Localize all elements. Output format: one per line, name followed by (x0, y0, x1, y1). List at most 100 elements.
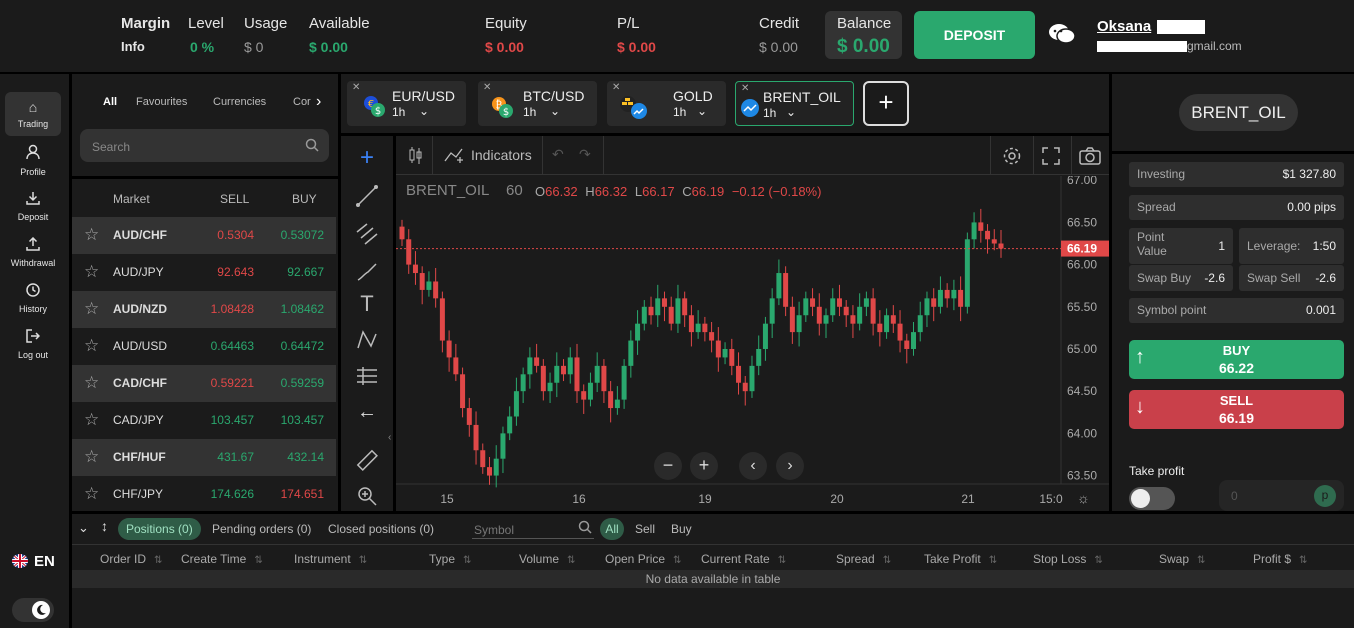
col-stop-loss[interactable]: Stop Loss ⇅ (1033, 552, 1103, 566)
star-icon[interactable]: ☆ (84, 226, 99, 243)
sidebar-item-profile[interactable]: Profile (5, 138, 61, 182)
filter-buy[interactable]: Buy (671, 522, 692, 536)
col-spread[interactable]: Spread ⇅ (836, 552, 891, 566)
col-order-id[interactable]: Order ID ⇅ (100, 552, 162, 566)
col-open-price[interactable]: Open Price ⇅ (605, 552, 681, 566)
col-take-profit[interactable]: Take Profit ⇅ (924, 552, 997, 566)
sell-price[interactable]: 0.5304 (217, 228, 254, 242)
col-current-rate[interactable]: Current Rate ⇅ (701, 552, 786, 566)
deposit-button[interactable]: DEPOSIT (914, 11, 1035, 59)
sidebar-item-history[interactable]: History (5, 276, 61, 320)
chat-icon[interactable] (1048, 22, 1076, 46)
take-profit-input[interactable]: 0 p (1219, 480, 1344, 511)
sidebar-item-deposit[interactable]: Deposit (5, 184, 61, 228)
chevron-right-icon[interactable]: › (316, 93, 321, 111)
filter-sell[interactable]: Sell (635, 522, 655, 536)
star-icon[interactable]: ☆ (84, 300, 99, 317)
col-volume[interactable]: Volume ⇅ (519, 552, 575, 566)
tab-btcusd[interactable]: ✕ ₿ $ BTC/USD 1h ⌄ (478, 81, 597, 126)
star-icon[interactable]: ☆ (84, 448, 99, 465)
buy-price[interactable]: 174.651 (281, 487, 324, 501)
tab-gold[interactable]: ✕ GOLD 1h ⌄ (607, 81, 726, 126)
sidebar-item-withdrawal[interactable]: Withdrawal (5, 230, 61, 274)
zoom-in-icon[interactable] (355, 484, 379, 508)
market-tab-currencies[interactable]: Currencies (213, 96, 266, 108)
star-icon[interactable]: ☆ (84, 263, 99, 280)
market-row[interactable]: ☆ CAD/CHF 0.59221 0.59259 (72, 365, 336, 402)
chevron-down-icon[interactable]: ⌄ (697, 104, 707, 118)
fullscreen-icon[interactable] (1042, 147, 1060, 170)
scroll-right-button[interactable]: › (776, 452, 804, 480)
sell-price[interactable]: 431.67 (217, 450, 254, 464)
sell-price[interactable]: 0.59221 (211, 376, 254, 390)
buy-price[interactable]: 0.53072 (281, 228, 324, 242)
measure-icon[interactable] (355, 448, 379, 472)
col-create-time[interactable]: Create Time ⇅ (181, 552, 263, 566)
sell-button[interactable]: ↓ SELL 66.19 (1129, 390, 1344, 429)
indicators-icon[interactable] (444, 147, 466, 168)
tab-timeframe[interactable]: 1h (392, 105, 405, 119)
zoom-out-button[interactable]: − (654, 452, 682, 480)
buy-price[interactable]: 1.08462 (281, 302, 324, 316)
tab-timeframe[interactable]: 1h (673, 105, 686, 119)
market-row[interactable]: ☆ AUD/JPY 92.643 92.667 (72, 254, 336, 291)
tab-closed-positions[interactable]: Closed positions (0) (328, 522, 434, 536)
zoom-in-button[interactable]: + (690, 452, 718, 480)
sell-price[interactable]: 103.457 (211, 413, 254, 427)
close-icon[interactable]: ✕ (483, 82, 491, 93)
text-icon[interactable]: T (355, 292, 379, 316)
pattern-icon[interactable] (355, 328, 379, 352)
market-tab-commodities[interactable]: Cor (293, 96, 311, 108)
buy-price[interactable]: 0.59259 (281, 376, 324, 390)
star-icon[interactable]: ☆ (84, 411, 99, 428)
symbol-filter-input[interactable]: Symbol (472, 519, 594, 539)
settings-icon[interactable] (1002, 146, 1022, 171)
col-type[interactable]: Type ⇅ (429, 552, 471, 566)
col-profit[interactable]: Profit $ ⇅ (1253, 552, 1307, 566)
collapse-icon[interactable]: ‹ (388, 432, 391, 443)
market-row[interactable]: ☆ CHF/HUF 431.67 432.14 (72, 439, 336, 476)
user-name[interactable]: Oksana (1097, 18, 1151, 35)
sell-price[interactable]: 0.64463 (211, 339, 254, 353)
market-row[interactable]: ☆ CAD/JPY 103.457 103.457 (72, 402, 336, 439)
buy-price[interactable]: 92.667 (287, 265, 324, 279)
chevron-down-icon[interactable]: ⌄ (419, 104, 429, 118)
market-row[interactable]: ☆ AUD/NZD 1.08428 1.08462 (72, 291, 336, 328)
arrow-left-icon[interactable]: ← (355, 400, 379, 424)
sidebar-item-trading[interactable]: ⌂ Trading (5, 92, 61, 136)
ruler-lines-icon[interactable] (355, 364, 379, 388)
language-selector[interactable]: EN (34, 553, 55, 570)
brush-icon[interactable] (355, 260, 379, 284)
close-icon[interactable]: ✕ (352, 82, 360, 93)
candle-type-icon[interactable] (408, 146, 424, 169)
market-row[interactable]: ☆ CHF/JPY 174.626 174.651 (72, 476, 336, 513)
undo-icon[interactable]: ↶ (552, 146, 564, 163)
collapse-down-icon[interactable]: ⌄ (78, 520, 89, 536)
buy-price[interactable]: 0.64472 (281, 339, 324, 353)
col-instrument[interactable]: Instrument ⇅ (294, 552, 367, 566)
scroll-left-button[interactable]: ‹ (739, 452, 767, 480)
chevron-down-icon[interactable]: ⌄ (786, 105, 796, 119)
search-input[interactable]: Search (80, 129, 329, 162)
sun-icon[interactable]: ☼ (1077, 490, 1090, 506)
indicators-button[interactable]: Indicators (471, 147, 532, 163)
sell-price[interactable]: 1.08428 (211, 302, 254, 316)
fib-icon[interactable] (355, 222, 379, 246)
tp-unit[interactable]: p (1314, 485, 1336, 507)
market-tab-all[interactable]: All (103, 96, 117, 108)
crosshair-icon[interactable]: + (355, 146, 379, 170)
tab-eurusd[interactable]: ✕ € $ EUR/USD 1h ⌄ (347, 81, 466, 126)
sell-price[interactable]: 174.626 (211, 487, 254, 501)
filter-all[interactable]: All (600, 518, 624, 540)
tab-brent-oil[interactable]: ✕ BRENT_OIL 1h ⌄ (735, 81, 854, 126)
star-icon[interactable]: ☆ (84, 337, 99, 354)
sell-price[interactable]: 92.643 (217, 265, 254, 279)
resize-icon[interactable]: ↕ (101, 518, 108, 534)
trendline-icon[interactable] (355, 184, 379, 208)
buy-price[interactable]: 432.14 (287, 450, 324, 464)
tab-timeframe[interactable]: 1h (523, 105, 536, 119)
buy-button[interactable]: ↑ BUY 66.22 (1129, 340, 1344, 379)
take-profit-toggle[interactable] (1129, 487, 1175, 510)
col-swap[interactable]: Swap ⇅ (1159, 552, 1205, 566)
market-tab-favourites[interactable]: Favourites (136, 96, 187, 108)
